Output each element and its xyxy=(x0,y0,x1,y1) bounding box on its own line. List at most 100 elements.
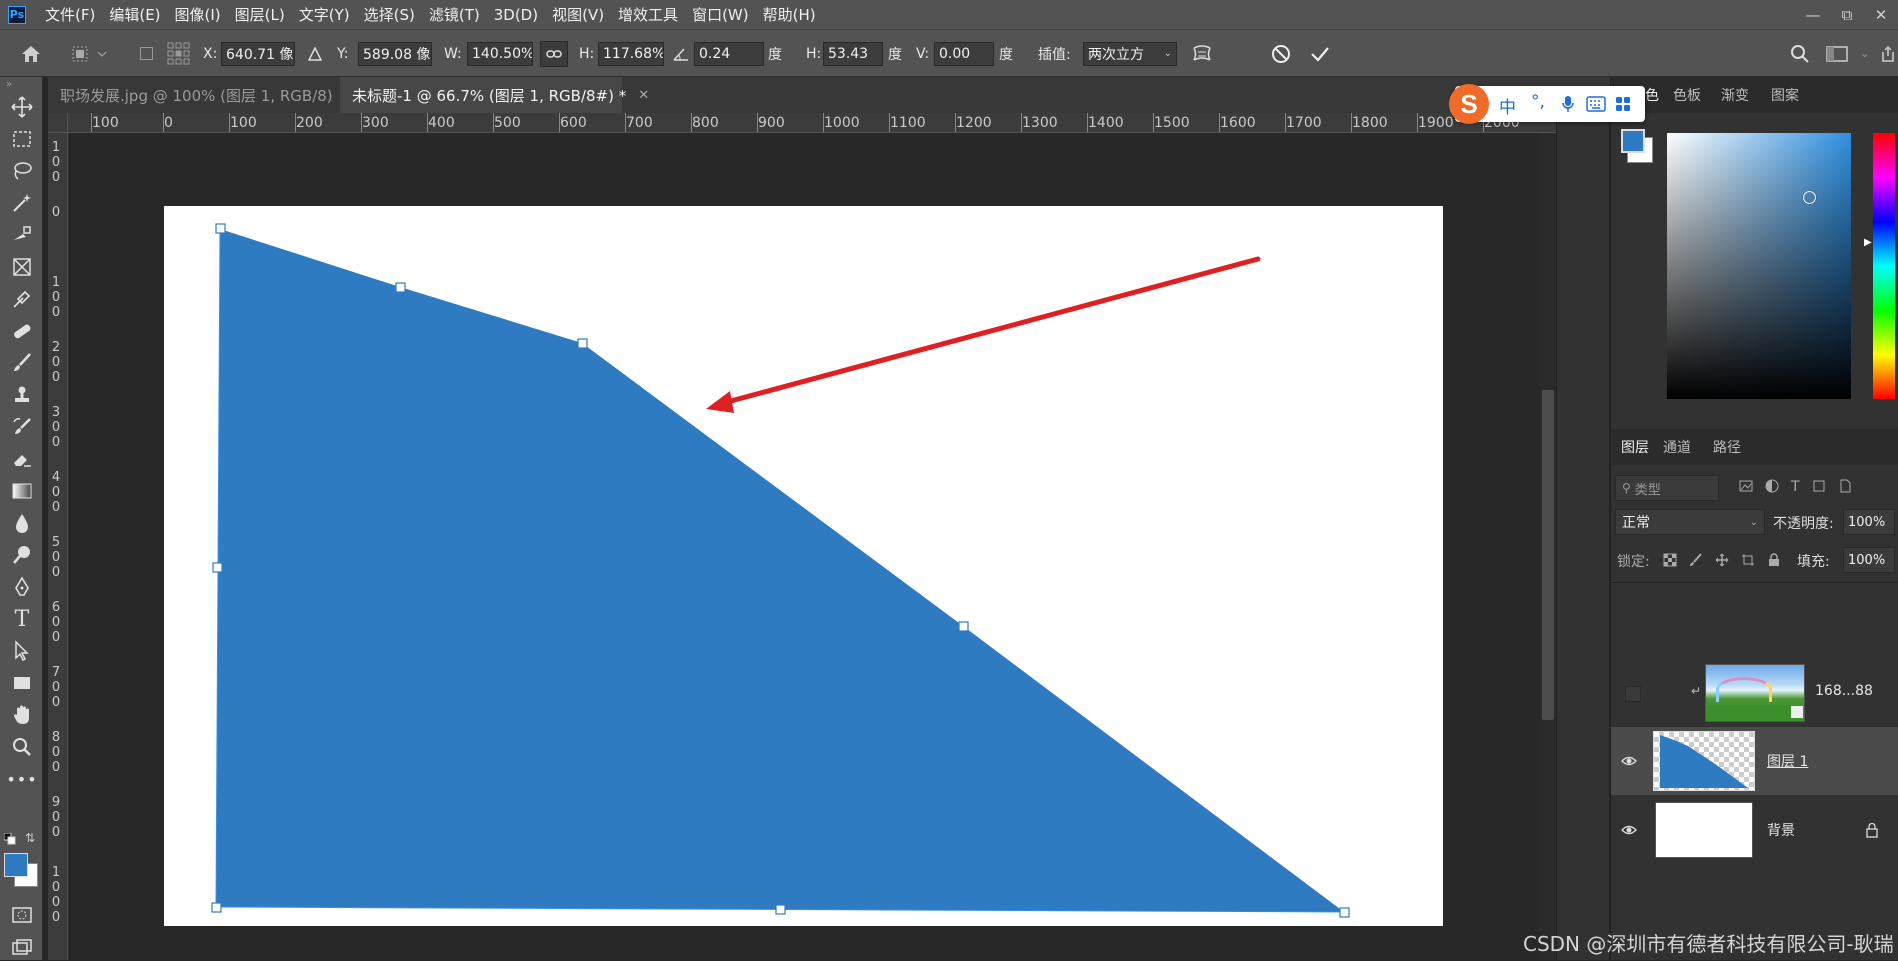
move-tool-icon[interactable] xyxy=(8,93,36,121)
menu-plugins[interactable]: 增效工具 xyxy=(611,4,685,25)
menu-layer[interactable]: 图层(L) xyxy=(228,4,292,25)
fill-input[interactable]: 100% xyxy=(1843,547,1895,573)
scrollbar-thumb[interactable] xyxy=(1542,390,1554,720)
opacity-input[interactable]: 100% xyxy=(1843,509,1895,535)
hue-slider-handle[interactable]: ▶ xyxy=(1864,237,1872,248)
interpolation-select[interactable]: 两次立方 ⌄ xyxy=(1083,41,1177,66)
workspace-icon[interactable] xyxy=(1826,30,1848,77)
link-aspect-ratio-icon[interactable] xyxy=(540,40,568,67)
shape-filter-icon[interactable] xyxy=(1812,479,1826,497)
layer-row-selected[interactable]: 图层 1 xyxy=(1611,727,1898,795)
type-tool-icon[interactable]: T xyxy=(8,605,36,633)
tab-layers[interactable]: 图层 xyxy=(1621,429,1649,465)
home-icon[interactable] xyxy=(20,30,42,77)
gradient-tool-icon[interactable] xyxy=(8,477,36,505)
menu-filter[interactable]: 滤镜(T) xyxy=(422,4,487,25)
h-skew-input[interactable]: 53.43 xyxy=(823,41,883,66)
foreground-color-swatch[interactable] xyxy=(1621,129,1645,153)
lasso-tool-icon[interactable] xyxy=(8,157,36,185)
eyedropper-tool-icon[interactable] xyxy=(8,285,36,313)
width-input[interactable]: 140.50% xyxy=(467,41,533,66)
rotate-angle-input[interactable]: 0.24 xyxy=(694,41,764,66)
healing-brush-tool-icon[interactable] xyxy=(8,317,36,345)
clone-stamp-tool-icon[interactable] xyxy=(8,381,36,409)
ime-chinese-mode[interactable]: 中 xyxy=(1499,93,1516,118)
transform-handle[interactable] xyxy=(1339,907,1350,918)
zoom-tool-icon[interactable] xyxy=(8,733,36,761)
default-colors-icon[interactable] xyxy=(3,832,16,849)
transform-handle[interactable] xyxy=(215,223,226,234)
lock-brush-icon[interactable] xyxy=(1689,553,1703,571)
tab-document-1[interactable]: 职场发展.jpg @ 100% (图层 1, RGB/8) ✕ xyxy=(48,77,356,113)
transform-handle[interactable] xyxy=(577,338,588,349)
marquee-tool-icon[interactable] xyxy=(8,125,36,153)
transform-handle[interactable] xyxy=(211,902,222,913)
transform-handle[interactable] xyxy=(395,282,406,293)
lock-artboard-icon[interactable] xyxy=(1741,553,1755,571)
eye-icon[interactable] xyxy=(1621,822,1637,838)
color-field[interactable] xyxy=(1667,133,1851,399)
tab-patterns[interactable]: 图案 xyxy=(1771,77,1799,113)
history-brush-tool-icon[interactable] xyxy=(8,413,36,441)
toolbox-icon[interactable] xyxy=(1615,96,1631,112)
eraser-tool-icon[interactable] xyxy=(8,445,36,473)
keyboard-icon[interactable] xyxy=(1586,96,1606,112)
tab-document-2[interactable]: 未标题-1 @ 66.7% (图层 1, RGB/8#) * ✕ xyxy=(340,77,649,113)
frame-tool-icon[interactable] xyxy=(8,253,36,281)
layer-name[interactable]: 背景 xyxy=(1767,820,1795,840)
lock-position-icon[interactable] xyxy=(1715,553,1729,571)
pen-tool-icon[interactable] xyxy=(8,573,36,601)
image-filter-icon[interactable] xyxy=(1739,479,1753,497)
magic-wand-tool-icon[interactable] xyxy=(8,189,36,217)
close-icon[interactable]: ✕ xyxy=(1864,6,1898,24)
object-selection-tool-icon[interactable] xyxy=(8,221,36,249)
layer-row[interactable]: 背景 xyxy=(1611,796,1898,864)
tab-gradients[interactable]: 渐变 xyxy=(1721,77,1749,113)
height-input[interactable]: 117.68% xyxy=(598,41,664,66)
type-filter-icon[interactable]: T xyxy=(1791,479,1800,497)
hand-tool-icon[interactable] xyxy=(8,701,36,729)
layer-filter-select[interactable]: ⚲ 类型 xyxy=(1615,475,1719,501)
brush-tool-icon[interactable] xyxy=(8,349,36,377)
dodge-tool-icon[interactable] xyxy=(8,541,36,569)
menu-view[interactable]: 视图(V) xyxy=(545,4,611,25)
tab-channels[interactable]: 通道 xyxy=(1663,429,1691,465)
reference-point-checkbox[interactable] xyxy=(140,30,153,77)
delta-icon[interactable] xyxy=(308,30,322,77)
menu-file[interactable]: 文件(F) xyxy=(38,4,102,25)
transform-tool-icon[interactable] xyxy=(70,30,110,77)
transform-handle[interactable] xyxy=(958,621,969,632)
menu-3d[interactable]: 3D(D) xyxy=(487,6,545,24)
quick-mask-icon[interactable] xyxy=(8,901,36,929)
menu-help[interactable]: 帮助(H) xyxy=(756,4,823,25)
document-canvas[interactable] xyxy=(68,133,1540,960)
menu-select[interactable]: 选择(S) xyxy=(357,4,422,25)
menu-type[interactable]: 文字(Y) xyxy=(292,4,357,25)
share-icon[interactable] xyxy=(1880,30,1896,77)
warp-mode-icon[interactable] xyxy=(1191,30,1213,77)
menu-image[interactable]: 图像(I) xyxy=(168,4,228,25)
layer-name[interactable]: 图层 1 xyxy=(1767,751,1808,771)
restore-icon[interactable]: ⧉ xyxy=(1830,6,1864,24)
tab-paths[interactable]: 路径 xyxy=(1713,429,1741,465)
canvas-workspace[interactable] xyxy=(68,133,1540,960)
screen-mode-icon[interactable] xyxy=(8,933,36,961)
cancel-transform-icon[interactable] xyxy=(1270,30,1292,77)
minimize-icon[interactable]: — xyxy=(1796,6,1830,24)
chevron-down-icon[interactable]: ⌄ xyxy=(1860,30,1869,77)
lock-transparent-icon[interactable] xyxy=(1663,553,1677,571)
ruler-origin[interactable] xyxy=(48,113,68,133)
rectangle-tool-icon[interactable] xyxy=(8,669,36,697)
expand-toolbar-icon[interactable]: » xyxy=(6,79,12,90)
close-icon[interactable]: ✕ xyxy=(638,88,649,103)
blur-tool-icon[interactable] xyxy=(8,509,36,537)
swap-colors-icon[interactable]: ⇅ xyxy=(25,831,35,845)
reference-point-grid-icon[interactable] xyxy=(166,30,192,77)
commit-transform-icon[interactable] xyxy=(1309,30,1331,77)
foreground-color-swatch[interactable] xyxy=(4,853,28,877)
x-position-input[interactable]: 640.71 像素 xyxy=(221,41,295,66)
path-selection-tool-icon[interactable] xyxy=(8,637,36,665)
y-position-input[interactable]: 589.08 像素 xyxy=(358,41,432,66)
color-picker-cursor[interactable] xyxy=(1803,191,1816,204)
layer-name[interactable]: 168...88 xyxy=(1815,683,1873,699)
